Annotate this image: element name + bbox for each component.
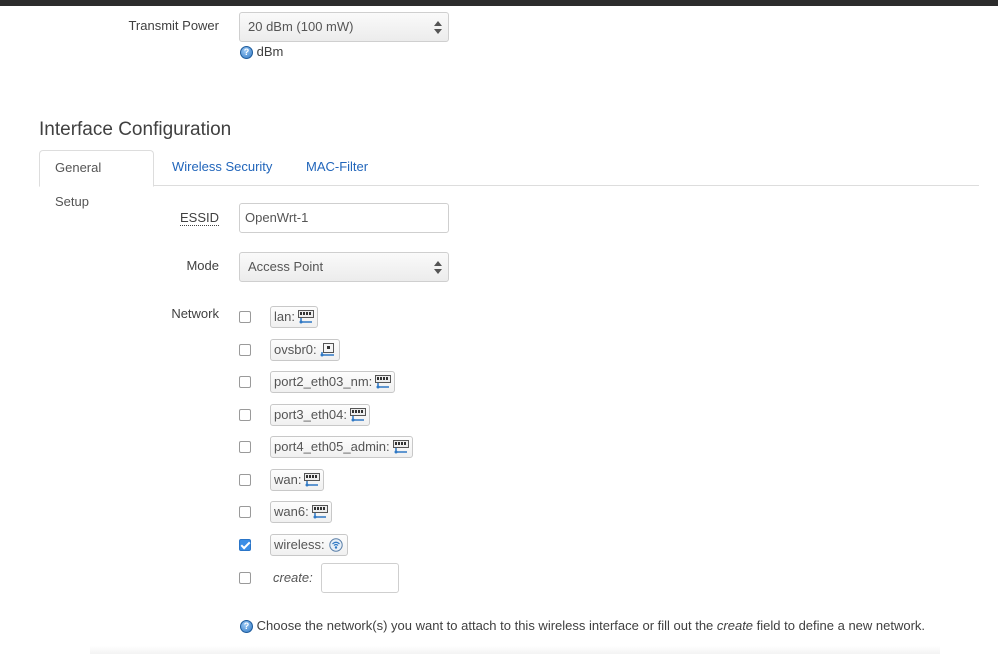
tab-mac-filter[interactable]: MAC-Filter xyxy=(291,150,383,186)
mode-select[interactable]: Access Point xyxy=(239,252,449,282)
top-bar xyxy=(0,0,998,6)
help-icon: ? xyxy=(240,46,253,60)
network-checkbox-wan[interactable] xyxy=(239,474,251,486)
network-help-suffix: field to define a new network. xyxy=(753,618,926,633)
network-label-port3-eth04: port3_eth04: xyxy=(274,407,348,422)
network-checkbox-create[interactable] xyxy=(239,572,251,584)
network-label-wireless: wireless: xyxy=(274,537,325,552)
network-checkbox-port2-eth03-nm[interactable] xyxy=(239,376,251,388)
ethernet-switch-icon xyxy=(304,473,321,487)
network-badge-port3-eth04: port3_eth04: xyxy=(270,404,371,426)
create-network-input[interactable] xyxy=(321,563,399,593)
wifi-icon xyxy=(328,538,343,552)
mode-label: Mode xyxy=(186,258,219,273)
network-checkbox-port3-eth04[interactable] xyxy=(239,409,251,421)
network-label: Network xyxy=(171,306,219,321)
network-badge-lan: lan: xyxy=(270,306,318,328)
network-label-wan6: wan6: xyxy=(274,504,309,519)
network-badge-wan6: wan6: xyxy=(270,501,332,523)
network-help-emphasis: create xyxy=(716,618,754,633)
network-checkbox-wireless[interactable] xyxy=(239,539,251,551)
ethernet-switch-icon xyxy=(375,375,392,389)
network-badge-port2-eth03-nm: port2_eth03_nm: xyxy=(270,371,396,393)
network-label-lan: lan: xyxy=(274,309,295,324)
network-checkbox-lan[interactable] xyxy=(239,311,251,323)
network-badge-wan: wan: xyxy=(270,469,325,491)
network-checkbox-port4-eth05-admin[interactable] xyxy=(239,441,251,453)
essid-label-text: ESSID xyxy=(179,210,219,226)
network-label-wan: wan: xyxy=(274,472,302,487)
ethernet-switch-icon xyxy=(311,505,328,519)
tab-bar: General Setup Wireless Security MAC-Filt… xyxy=(39,150,979,209)
tab-general-setup[interactable]: General Setup xyxy=(39,150,154,209)
essid-input[interactable]: OpenWrt-1 xyxy=(239,203,449,233)
transmit-power-value: 20 dBm (100 mW) xyxy=(248,19,354,34)
transmit-power-select[interactable]: 20 dBm (100 mW) xyxy=(239,12,449,42)
network-label-port2-eth03-nm: port2_eth03_nm: xyxy=(274,374,373,389)
select-arrows-icon xyxy=(434,21,442,34)
network-label-ovsbr0: ovsbr0: xyxy=(274,342,317,357)
select-arrows-icon xyxy=(434,261,442,274)
network-checkbox-wan6[interactable] xyxy=(239,506,251,518)
network-help: ? Choose the network(s) you want to atta… xyxy=(240,618,926,634)
transmit-power-help: ? dBm xyxy=(240,44,284,60)
network-label-port4-eth05-admin: port4_eth05_admin: xyxy=(274,439,390,454)
ethernet-switch-icon xyxy=(297,310,314,324)
ethernet-switch-icon xyxy=(392,440,409,454)
network-badge-port4-eth05-admin: port4_eth05_admin: xyxy=(270,436,413,458)
create-label: create: xyxy=(273,570,313,585)
ethernet-switch-icon xyxy=(350,408,367,422)
network-badge-wireless: wireless: xyxy=(270,534,348,556)
mode-value: Access Point xyxy=(248,259,324,274)
transmit-power-help-text: dBm xyxy=(256,44,284,59)
network-badge-ovsbr0: ovsbr0: xyxy=(270,339,340,361)
network-checkbox-ovsbr0[interactable] xyxy=(239,344,251,356)
section-title: Interface Configuration xyxy=(39,119,232,140)
essid-label: ESSID xyxy=(100,210,219,226)
tab-wireless-security[interactable]: Wireless Security xyxy=(157,150,287,186)
transmit-power-label: Transmit Power xyxy=(128,18,219,33)
network-help-prefix: Choose the network(s) you want to attach… xyxy=(256,618,717,633)
ethernet-port-icon xyxy=(320,343,334,357)
footer-divider xyxy=(90,646,940,654)
help-icon: ? xyxy=(240,620,253,634)
